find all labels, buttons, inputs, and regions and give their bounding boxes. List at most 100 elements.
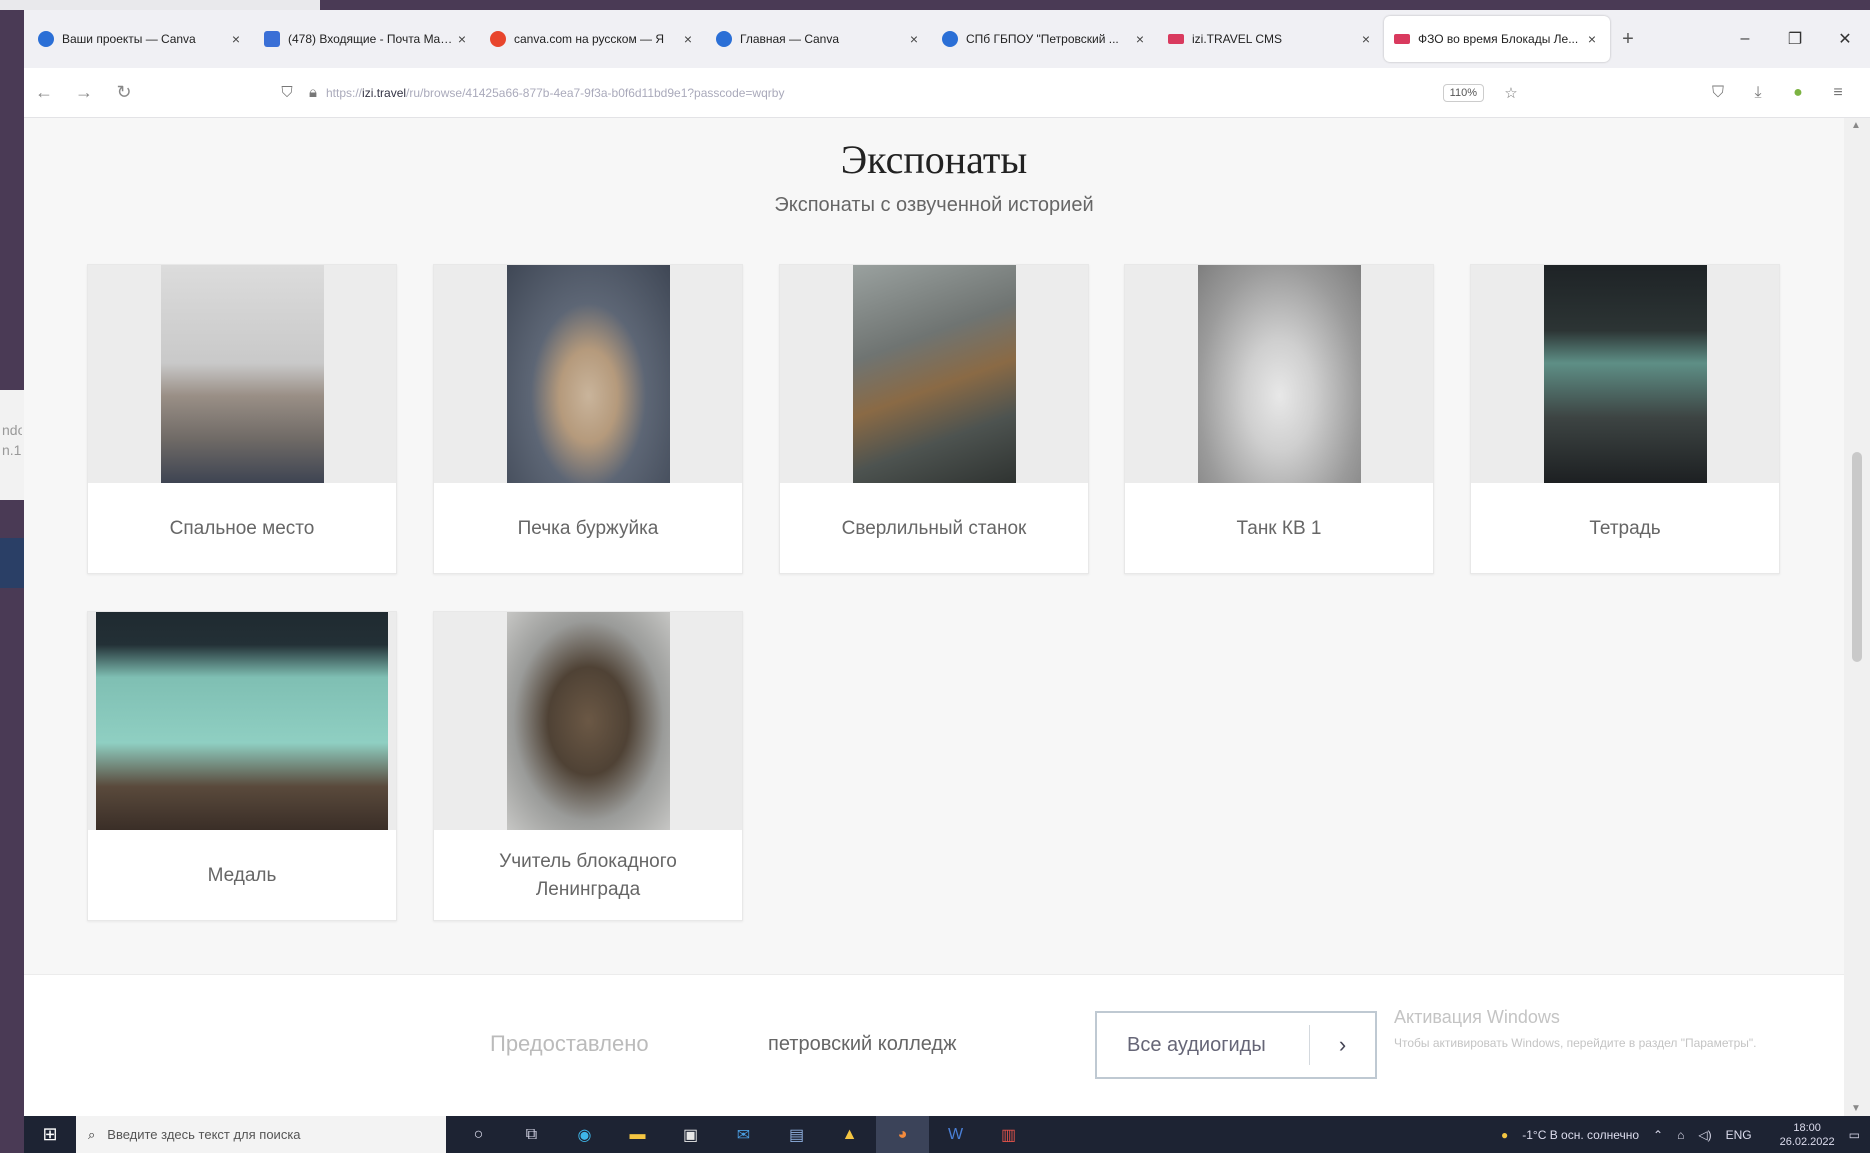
new-tab-button[interactable]: + bbox=[1610, 16, 1646, 62]
exhibit-card[interactable]: Медаль bbox=[87, 611, 397, 921]
browser-tab[interactable]: canva.com на русском — Я × bbox=[480, 16, 706, 62]
exhibit-photo bbox=[88, 612, 396, 830]
exhibit-label: Сверлильный станок bbox=[841, 518, 1027, 539]
browser-tab[interactable]: Ваши проекты — Canva × bbox=[28, 16, 254, 62]
close-tab-icon[interactable]: × bbox=[1132, 31, 1148, 47]
exhibit-label: Печка буржуйка bbox=[517, 518, 659, 539]
tab-bar: Ваши проекты — Canva × (478) Входящие - … bbox=[24, 10, 1870, 68]
exhibit-card[interactable]: Печка буржуйка bbox=[433, 264, 743, 574]
all-audioguides-label: Все аудиогиды bbox=[1127, 1033, 1266, 1056]
exhibit-card[interactable]: Спальное место bbox=[87, 264, 397, 574]
background-window-fragment bbox=[0, 0, 320, 10]
url-text[interactable]: https://izi.travel/ru/browse/41425a66-87… bbox=[326, 86, 1443, 100]
tab-title: СПб ГБПОУ "Петровский ... bbox=[966, 32, 1119, 46]
exhibit-card[interactable]: Танк КВ 1 bbox=[1124, 264, 1434, 574]
provider-link[interactable]: петровский колледж bbox=[768, 1033, 956, 1056]
exhibit-card[interactable]: Учитель блокадного Ленинграда bbox=[433, 611, 743, 921]
minimize-button[interactable]: – bbox=[1720, 10, 1770, 68]
browser-tab[interactable]: Главная — Canva × bbox=[706, 16, 932, 62]
cortana-icon[interactable]: ○ bbox=[452, 1116, 505, 1153]
tank-photo-image bbox=[1198, 265, 1361, 483]
bookmark-star-icon[interactable]: ☆ bbox=[1498, 84, 1524, 102]
activation-text: Чтобы активировать Windows, перейдите в … bbox=[1394, 1036, 1757, 1050]
network-icon[interactable]: ⌂ bbox=[1677, 1128, 1684, 1142]
save-disk-icon[interactable]: ▤ bbox=[770, 1116, 823, 1153]
zoom-level-badge[interactable]: 110% bbox=[1442, 83, 1484, 102]
close-tab-icon[interactable]: × bbox=[680, 31, 696, 47]
download-icon[interactable]: ⤓ bbox=[1738, 84, 1778, 102]
exhibit-label: Медаль bbox=[207, 865, 277, 886]
mail-icon[interactable]: ✉ bbox=[717, 1116, 770, 1153]
lock-icon[interactable]: 🔒︎ bbox=[300, 84, 326, 101]
url-prefix: https:// bbox=[326, 85, 363, 100]
scroll-up-arrow-icon[interactable]: ▲ bbox=[1851, 120, 1861, 131]
url-domain: izi.travel bbox=[362, 85, 407, 100]
tab-title: canva.com на русском — Я bbox=[514, 32, 665, 46]
activation-title: Активация Windows bbox=[1394, 1007, 1560, 1027]
page-content: Экспонаты Экспонаты с озвученной историе… bbox=[24, 118, 1844, 1116]
weather-sun-icon[interactable]: ● bbox=[1501, 1128, 1508, 1142]
background-window-fragment: ndo n.1 bbox=[0, 390, 24, 500]
system-tray: ● -1°C В осн. солнечно ⌃ ⌂ ◁) ENG 18:00 … bbox=[1487, 1121, 1870, 1149]
firefox-icon[interactable]: ◕ bbox=[876, 1116, 929, 1153]
edge-icon[interactable]: ◉ bbox=[558, 1116, 611, 1153]
browser-tab[interactable]: (478) Входящие - Почта Mail.ru × bbox=[254, 16, 480, 62]
windows-start-icon[interactable]: ⊞ bbox=[24, 1116, 76, 1153]
close-window-button[interactable]: ✕ bbox=[1820, 10, 1870, 68]
extension-icon[interactable]: ● bbox=[1778, 84, 1818, 102]
store-icon[interactable]: ▣ bbox=[664, 1116, 717, 1153]
restore-button[interactable]: ❐ bbox=[1770, 10, 1820, 68]
close-tab-icon[interactable]: × bbox=[228, 31, 244, 47]
browser-tab[interactable]: izi.TRAVEL CMS × bbox=[1158, 16, 1384, 62]
menu-icon[interactable]: ≡ bbox=[1818, 84, 1858, 102]
page-footer: Предоставлено петровский колледж Все ауд… bbox=[24, 974, 1844, 1116]
exhibit-card[interactable]: Тетрадь bbox=[1470, 264, 1780, 574]
canva-favicon-icon bbox=[716, 31, 732, 47]
google-drive-icon[interactable]: ▲ bbox=[823, 1116, 876, 1153]
browser-tab-active[interactable]: ФЗО во время Блокады Ле... × bbox=[1384, 16, 1610, 62]
exhibit-card[interactable]: Сверлильный станок bbox=[779, 264, 1089, 574]
taskbar-search-box[interactable]: ⌕ Введите здесь текст для поиска bbox=[76, 1116, 446, 1153]
language-indicator[interactable]: ENG bbox=[1726, 1128, 1752, 1142]
background-window-fragment bbox=[0, 538, 24, 588]
close-tab-icon[interactable]: × bbox=[1584, 31, 1600, 47]
file-explorer-icon[interactable]: ▬ bbox=[611, 1116, 664, 1153]
tracking-shield-icon[interactable]: ⛉ bbox=[274, 84, 300, 101]
chevron-right-icon: › bbox=[1309, 1025, 1375, 1065]
taskbar-search-placeholder: Введите здесь текст для поиска bbox=[107, 1127, 301, 1142]
pocket-icon[interactable]: ⛉ bbox=[1698, 84, 1738, 102]
scroll-down-arrow-icon[interactable]: ▼ bbox=[1851, 1103, 1861, 1114]
volume-icon[interactable]: ◁) bbox=[1698, 1128, 1711, 1142]
address-bar[interactable]: ⛉ 🔒︎ https://izi.travel/ru/browse/41425a… bbox=[264, 75, 1534, 110]
back-button[interactable]: ← bbox=[24, 73, 64, 113]
tab-title: (478) Входящие - Почта Mail.ru bbox=[288, 32, 454, 46]
drill-press-photo-image bbox=[853, 265, 1016, 483]
taskbar-clock[interactable]: 18:00 26.02.2022 bbox=[1766, 1121, 1835, 1149]
close-tab-icon[interactable]: × bbox=[906, 31, 922, 47]
forward-button[interactable]: → bbox=[64, 73, 104, 113]
toolbar-right: ⛉ ⤓ ● ≡ bbox=[1698, 84, 1858, 102]
page-scrollbar[interactable]: ▲ ▼ bbox=[1844, 118, 1870, 1116]
task-view-icon[interactable]: ⧉ bbox=[505, 1116, 558, 1153]
close-tab-icon[interactable]: × bbox=[1358, 31, 1374, 47]
all-audioguides-button[interactable]: Все аудиогиды › bbox=[1095, 1011, 1377, 1079]
stove-photo-image bbox=[507, 265, 670, 483]
window-controls: – ❐ ✕ bbox=[1720, 10, 1870, 68]
reload-button[interactable]: ↻ bbox=[104, 73, 144, 113]
word-icon[interactable]: W bbox=[929, 1116, 982, 1153]
notifications-icon[interactable]: ▭ bbox=[1849, 1128, 1860, 1142]
browser-tab[interactable]: СПб ГБПОУ "Петровский ... × bbox=[932, 16, 1158, 62]
tab-title: ФЗО во время Блокады Ле... bbox=[1418, 32, 1579, 46]
clock-time: 18:00 bbox=[1793, 1121, 1821, 1134]
scrollbar-thumb[interactable] bbox=[1852, 452, 1862, 662]
close-tab-icon[interactable]: × bbox=[454, 31, 470, 47]
tray-expand-icon[interactable]: ⌃ bbox=[1653, 1128, 1663, 1142]
exhibit-photo bbox=[434, 265, 742, 483]
browser-window: Ваши проекты — Canva × (478) Входящие - … bbox=[24, 10, 1870, 1153]
izi-travel-favicon-icon bbox=[1394, 34, 1410, 44]
exhibit-photo bbox=[434, 612, 742, 830]
exhibit-label: Учитель блокадного Ленинграда bbox=[499, 851, 677, 900]
weather-text[interactable]: -1°C В осн. солнечно bbox=[1522, 1128, 1639, 1142]
izi-travel-favicon-icon bbox=[1168, 34, 1184, 44]
pdf-reader-icon[interactable]: ▥ bbox=[982, 1116, 1035, 1153]
